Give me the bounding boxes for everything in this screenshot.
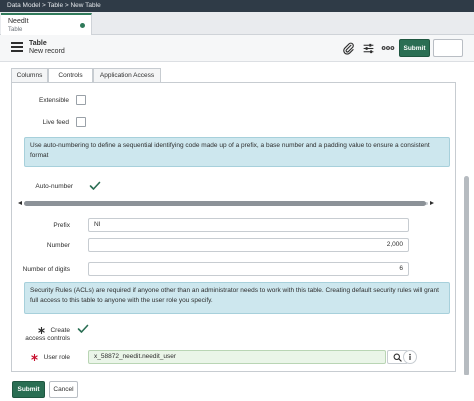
number-of-digits-label: Number of digits — [22, 266, 70, 273]
footer-cancel-button[interactable]: Cancel — [49, 381, 78, 398]
form-header: Table New record Submit — [0, 35, 474, 62]
unsaved-indicator-icon — [80, 23, 85, 28]
tab-controls[interactable]: Controls — [48, 68, 93, 83]
security-rules-info-message: Security Rules (ACLs) are required if an… — [24, 282, 450, 314]
live-feed-checkbox[interactable] — [76, 117, 86, 127]
document-tab-strip: NeedIt Table — [0, 12, 474, 35]
auto-number-checkbox[interactable] — [89, 181, 101, 191]
header-action-button[interactable] — [433, 39, 463, 57]
document-tab-title: NeedIt — [8, 18, 29, 25]
user-role-input[interactable]: x_58872_needit.needit_user — [88, 350, 386, 364]
document-tab-subtitle: Table — [8, 27, 23, 33]
user-role-info-button[interactable] — [403, 350, 417, 364]
tab-application-access[interactable]: Application Access — [93, 68, 161, 82]
footer-submit-button[interactable]: Submit — [12, 381, 45, 398]
number-input[interactable]: 2,000 — [88, 238, 409, 252]
scroll-left-icon[interactable] — [18, 201, 22, 205]
number-of-digits-input[interactable]: 6 — [88, 262, 409, 276]
scroll-right-icon[interactable] — [430, 201, 434, 205]
horizontal-scroll-thumb[interactable] — [24, 201, 426, 206]
number-label: Number — [46, 242, 70, 249]
document-tab-needit[interactable]: NeedIt Table — [1, 13, 92, 35]
breadcrumb: Data Model > Table > New Table — [0, 0, 474, 12]
controls-panel: Extensible Live feed Use auto-numbering … — [11, 82, 456, 372]
auto-number-label: Auto-number — [35, 183, 73, 190]
vertical-scrollbar[interactable] — [464, 66, 469, 378]
create-access-controls-checkbox[interactable] — [77, 324, 89, 334]
sliders-icon[interactable] — [360, 40, 376, 56]
paperclip-icon[interactable] — [340, 40, 356, 56]
live-feed-label: Live feed — [42, 119, 69, 126]
form-footer: Submit Cancel — [0, 375, 474, 401]
asterisk-icon — [38, 326, 45, 335]
form-subtitle: New record — [29, 48, 65, 55]
hamburger-menu-icon[interactable] — [11, 42, 23, 52]
extensible-checkbox[interactable] — [76, 95, 86, 105]
extensible-label: Extensible — [39, 97, 69, 104]
prefix-label: Prefix — [53, 222, 70, 229]
header-submit-button[interactable]: Submit — [399, 39, 430, 57]
user-role-label: User role — [43, 354, 70, 361]
tab-columns[interactable]: Columns — [11, 68, 48, 82]
horizontal-scrollbar[interactable] — [18, 201, 434, 206]
prefix-input[interactable]: NI — [88, 218, 409, 232]
search-icon — [393, 353, 402, 362]
more-options-icon[interactable] — [380, 40, 396, 56]
auto-number-info-message: Use auto-numbering to define a sequentia… — [24, 137, 450, 167]
info-icon — [409, 353, 411, 360]
create-access-controls-label-line2: access controls — [25, 335, 70, 342]
vertical-scroll-thumb[interactable] — [464, 176, 469, 376]
